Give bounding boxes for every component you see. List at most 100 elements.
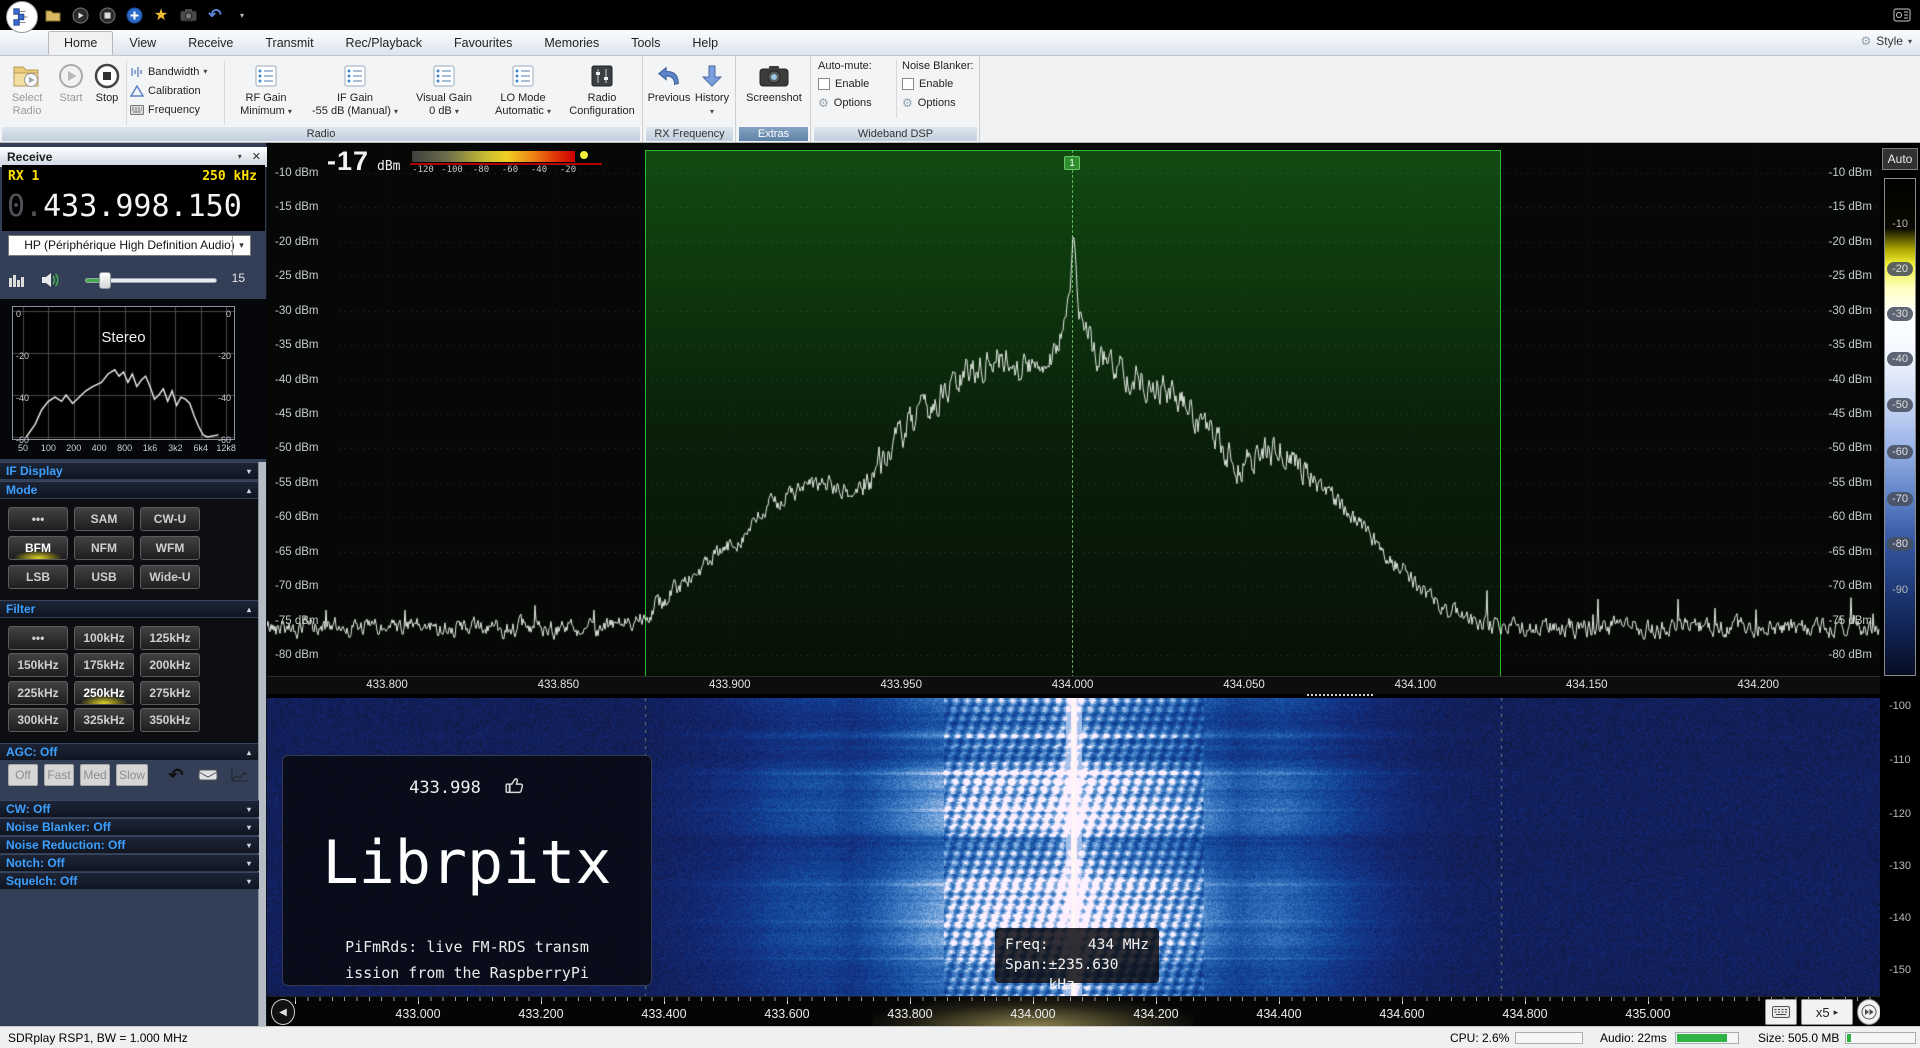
if-gain-button[interactable]: IF Gain -55 dB (Manual) ▾	[306, 60, 404, 118]
mode-button-lsb[interactable]: LSB	[8, 565, 68, 589]
waterfall-display[interactable]: 433.998 Librpitx PiFmRds: live FM-RDS tr…	[267, 698, 1880, 996]
filter-button-325khz[interactable]: 325kHz	[74, 708, 134, 732]
play-icon[interactable]	[71, 6, 89, 24]
select-radio-button[interactable]: Select Radio	[4, 60, 50, 118]
section-noise-reduction[interactable]: Noise Reduction: Off▾	[0, 836, 259, 853]
bandwidth-button[interactable]: Bandwidth▾	[130, 63, 222, 80]
section-cw[interactable]: CW: Off▾	[0, 800, 259, 817]
panel-close-icon[interactable]: ✕	[252, 147, 261, 167]
agc-button-med[interactable]: Med	[80, 764, 110, 786]
filter-button-125khz[interactable]: 125kHz	[140, 626, 200, 650]
section-mode[interactable]: Mode▴	[0, 481, 259, 498]
previous-button[interactable]: Previous	[647, 60, 691, 105]
agc-graph-icon[interactable]	[227, 764, 253, 786]
scroll-left-button[interactable]: ◀	[271, 999, 295, 1025]
agc-preset-icon[interactable]	[195, 764, 221, 786]
screenshot-button[interactable]: Screenshot	[739, 60, 809, 105]
panel-collapse-icon[interactable]: ▾	[238, 147, 242, 167]
noise-blanker-enable-checkbox[interactable]: Enable	[902, 78, 978, 90]
filter-button-150khz[interactable]: 150kHz	[8, 653, 68, 677]
agc-undo-icon[interactable]: ↶	[163, 764, 189, 786]
rx-marker-badge[interactable]: 1	[1064, 156, 1080, 170]
speaker-icon[interactable]	[40, 272, 60, 291]
tab-home[interactable]: Home	[48, 31, 113, 55]
filter-button-250khz[interactable]: 250kHz	[74, 681, 134, 705]
volume-slider[interactable]	[85, 278, 217, 283]
waterfall-amplitude-scale[interactable]: Auto -10-20-30-40-50-60-70-80-90-100-110…	[1880, 143, 1920, 1026]
section-notch[interactable]: Notch: Off▾	[0, 854, 259, 871]
filter-button-300khz[interactable]: 300kHz	[8, 708, 68, 732]
fast-forward-button[interactable]	[1857, 999, 1881, 1025]
mode-button-bfm[interactable]: BFM	[8, 536, 68, 560]
history-button[interactable]: History ▾	[691, 60, 733, 118]
tab-view[interactable]: View	[113, 31, 172, 55]
palette-legend-bar[interactable]	[412, 151, 575, 162]
tab-memories[interactable]: Memories	[528, 31, 615, 55]
thumbs-up-icon[interactable]	[503, 774, 525, 801]
tab-receive[interactable]: Receive	[172, 31, 249, 55]
agc-button-off[interactable]: Off	[8, 764, 38, 786]
tuning-marker[interactable]	[1307, 694, 1373, 696]
camera-icon[interactable]	[179, 6, 197, 24]
audio-device-select[interactable]: HP (Périphérique High Definition Audio) …	[8, 235, 251, 256]
radio-window-icon[interactable]	[1893, 8, 1911, 25]
mode-button-sam[interactable]: SAM	[74, 507, 134, 531]
mode-button-cw-u[interactable]: CW-U	[140, 507, 200, 531]
stop-button[interactable]: Stop	[90, 60, 124, 105]
band-navigation-bar[interactable]: ◀ x5▸ 433.000433.200433.400433.600433.80…	[267, 996, 1880, 1026]
visual-gain-button[interactable]: Visual Gain 0 dB ▾	[406, 60, 482, 118]
filter-button-275khz[interactable]: 275kHz	[140, 681, 200, 705]
agc-button-fast[interactable]: Fast	[44, 764, 74, 786]
auto-range-button[interactable]: Auto	[1882, 148, 1918, 170]
qat-customize-caret-icon[interactable]: ▾	[233, 6, 251, 24]
tab-favourites[interactable]: Favourites	[438, 31, 528, 55]
mode-button-usb[interactable]: USB	[74, 565, 134, 589]
undo-icon[interactable]: ↶	[206, 6, 224, 24]
zoom-level-button[interactable]: x5▸	[1801, 999, 1853, 1025]
tab-transmit[interactable]: Transmit	[249, 31, 329, 55]
favourite-star-icon[interactable]: ★	[152, 6, 170, 24]
open-folder-icon[interactable]	[44, 6, 62, 24]
rf-gain-button[interactable]: RF Gain Minimum ▾	[228, 60, 304, 118]
tab-tools[interactable]: Tools	[615, 31, 676, 55]
mode-button-[interactable]: •••	[8, 507, 68, 531]
add-icon[interactable]	[125, 6, 143, 24]
frequency-digits[interactable]: 0.433.998.150	[7, 189, 242, 224]
equalizer-icon[interactable]	[8, 272, 26, 291]
section-if-display[interactable]: IF Display▾	[0, 462, 259, 479]
section-agc[interactable]: AGC: Off▴	[0, 743, 259, 760]
agc-button-slow[interactable]: Slow	[116, 764, 148, 786]
app-menu-button[interactable]	[6, 1, 38, 33]
filter-button-100khz[interactable]: 100kHz	[74, 626, 134, 650]
filter-button-175khz[interactable]: 175kHz	[74, 653, 134, 677]
noise-blanker-options-button[interactable]: ⚙Options	[902, 96, 978, 110]
tab-help[interactable]: Help	[676, 31, 734, 55]
filter-button-[interactable]: •••	[8, 626, 68, 650]
frequency-button[interactable]: Frequency	[130, 101, 222, 118]
palette-legend-marker-icon[interactable]	[580, 151, 588, 159]
mode-button-nfm[interactable]: NFM	[74, 536, 134, 560]
tab-rec-playback[interactable]: Rec/Playback	[330, 31, 438, 55]
filter-button-350khz[interactable]: 350kHz	[140, 708, 200, 732]
rf-spectrum-display[interactable]: 1 -17dBm -10 dBm-10 dBm-15 dBm-15 dBm-20…	[267, 143, 1880, 694]
mode-button-wide-u[interactable]: Wide-U	[140, 565, 200, 589]
lo-mode-button[interactable]: LO Mode Automatic ▾	[484, 60, 562, 118]
panel-scrollbar[interactable]	[258, 462, 266, 1026]
filter-button-225khz[interactable]: 225kHz	[8, 681, 68, 705]
automute-options-button[interactable]: ⚙Options	[818, 96, 894, 110]
keyboard-entry-button[interactable]	[1765, 999, 1797, 1025]
calibration-button[interactable]: Calibration	[130, 82, 222, 99]
mode-button-wfm[interactable]: WFM	[140, 536, 200, 560]
frequency-display[interactable]: RX 1 250 kHz 0.433.998.150	[2, 165, 265, 231]
audio-device-caret-icon[interactable]: ▾	[232, 236, 250, 255]
automute-enable-checkbox[interactable]: Enable	[818, 78, 894, 90]
radio-configuration-button[interactable]: Radio Configuration	[564, 60, 640, 118]
receive-panel-header[interactable]: Receive ▾ ✕	[0, 147, 267, 167]
start-button[interactable]: Start	[54, 60, 88, 105]
filter-button-200khz[interactable]: 200kHz	[140, 653, 200, 677]
section-squelch[interactable]: Squelch: Off▾	[0, 872, 259, 889]
style-picker[interactable]: ⚙ Style ▾	[1861, 34, 1912, 48]
volume-slider-thumb[interactable]	[99, 272, 111, 289]
palette-range-bar[interactable]	[1884, 178, 1916, 676]
stop-icon[interactable]	[98, 6, 116, 24]
